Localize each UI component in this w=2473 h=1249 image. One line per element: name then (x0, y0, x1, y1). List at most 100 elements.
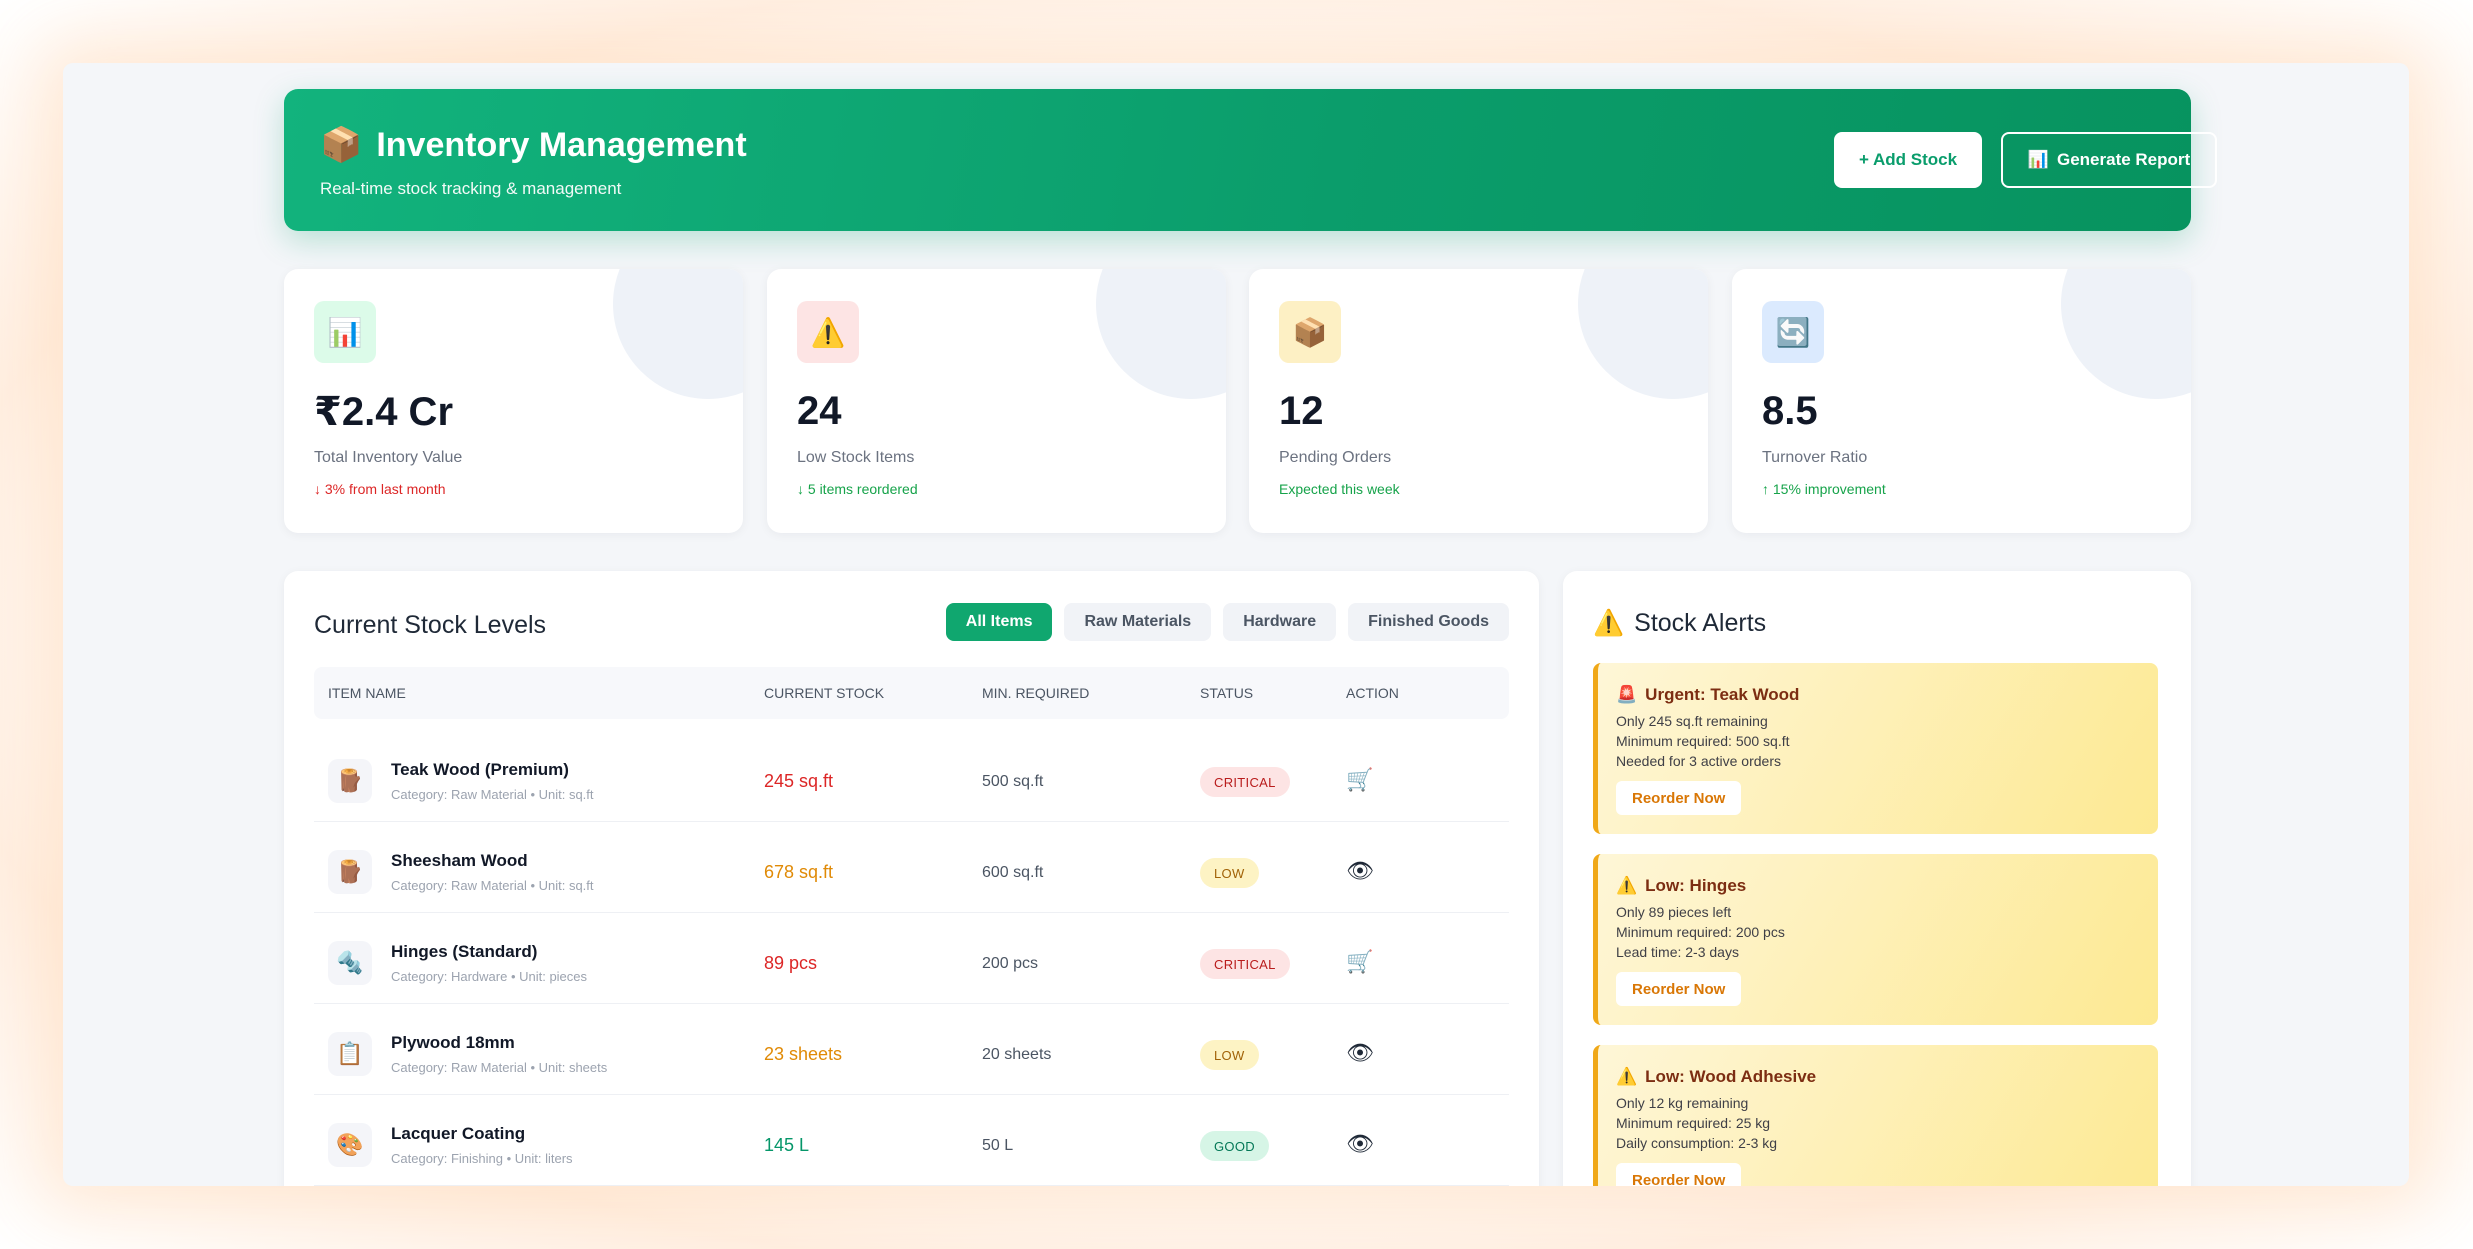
card-decoration (2061, 269, 2191, 399)
warning-icon: ⚠️ (1616, 1067, 1638, 1086)
status-badge: CRITICAL (1200, 767, 1290, 797)
table-row: 🪵 Sheesham Wood Category: Raw Material • U… (314, 822, 1509, 913)
stat-label: Pending Orders (1279, 449, 1392, 466)
card-decoration (1578, 269, 1708, 399)
item-meta: Category: Raw Material • Unit: sq.ft (391, 787, 594, 802)
stat-value: 12 (1279, 389, 1324, 433)
warning-icon: ⚠️ (797, 301, 859, 363)
header-banner: 📦 Inventory Management Real-time stock t… (284, 89, 2217, 231)
stock-levels-title: Current Stock Levels (314, 611, 547, 639)
stat-trend: Expected this week (1279, 481, 1400, 497)
alert-detail: Only 89 pieces left (1616, 904, 1732, 920)
nut-bolt-icon: 🔩 (328, 941, 372, 985)
stat-label: Low Stock Items (797, 449, 915, 466)
column-min-required: Min. Required (982, 685, 1090, 701)
stat-label: Total Inventory Value (314, 449, 463, 466)
item-name: Hinges (Standard) (391, 942, 538, 961)
page-title-text: Inventory Management (376, 125, 747, 164)
current-stock: 145 L (764, 1135, 810, 1155)
alert-card: ⚠️ Low: Wood Adhesive Only 12 kg remaining… (1593, 1045, 2158, 1186)
bar-chart-icon: 📊 (314, 301, 376, 363)
alert-detail: Minimum required: 500 sq.ft (1616, 733, 1790, 749)
stat-value: 24 (797, 389, 842, 433)
table-row: 🔩 Hinges (Standard) Category: Hardware • U… (314, 913, 1509, 1004)
app-window: 📦 Inventory Management Real-time stock t… (63, 63, 2409, 1186)
eye-icon[interactable]: 👁 (1346, 1040, 1374, 1066)
item-name: Plywood 18mm (391, 1033, 515, 1052)
clipboard-icon: 📋 (328, 1032, 372, 1076)
alert-detail: Minimum required: 200 pcs (1616, 924, 1785, 940)
table-row: 🪵 Teak Wood (Premium) Category: Raw Materi… (314, 731, 1509, 822)
cart-icon[interactable]: 🛒 (1346, 767, 1373, 793)
stat-value: ₹2.4 Cr (314, 390, 454, 434)
item-name: Teak Wood (Premium) (391, 760, 569, 779)
filter-hardware[interactable]: Hardware (1223, 603, 1337, 641)
reorder-now-button[interactable]: Reorder Now (1616, 1163, 1742, 1186)
generate-report-button[interactable]: 📊 Generate Report (2001, 132, 2217, 188)
wood-log-icon: 🪵 (328, 850, 372, 894)
stat-label: Turnover Ratio (1762, 449, 1868, 466)
page-subtitle: Real-time stock tracking & management (320, 179, 622, 198)
card-decoration (1096, 269, 1226, 399)
alert-detail: Minimum required: 25 kg (1616, 1115, 1771, 1131)
package-icon: 📦 (320, 126, 363, 164)
column-current-stock: Current Stock (764, 685, 885, 701)
stock-alerts-panel: ⚠️ Stock Alerts 🚨 Urgent: Teak Wood Only 2… (1563, 571, 2191, 1186)
filter-finished-goods[interactable]: Finished Goods (1348, 603, 1509, 641)
stat-card-low-stock: ⚠️ 24 Low Stock Items ↓ 5 items reordere… (767, 269, 1226, 533)
wood-log-icon: 🪵 (328, 759, 372, 803)
warning-icon: ⚠️ (1593, 609, 1625, 637)
card-decoration (613, 269, 743, 399)
alert-title: ⚠️ Low: Hinges (1616, 876, 1746, 896)
item-name: Sheesham Wood (391, 851, 528, 870)
min-required: 500 sq.ft (982, 773, 1044, 790)
reorder-now-button[interactable]: Reorder Now (1616, 781, 1742, 815)
item-meta: Category: Hardware • Unit: pieces (391, 969, 588, 984)
stat-value: 8.5 (1762, 389, 1818, 433)
stat-card-turnover: 🔄 8.5 Turnover Ratio ↑ 15% improvement (1732, 269, 2191, 533)
status-badge: GOOD (1200, 1131, 1269, 1161)
item-meta: Category: Finishing • Unit: liters (391, 1151, 573, 1166)
add-stock-button[interactable]: + Add Stock (1834, 132, 1982, 188)
refresh-icon: 🔄 (1762, 301, 1824, 363)
min-required: 600 sq.ft (982, 864, 1044, 881)
min-required: 200 pcs (982, 955, 1039, 972)
item-meta: Category: Raw Material • Unit: sq.ft (391, 878, 594, 893)
current-stock: 678 sq.ft (764, 862, 834, 882)
alert-card: 🚨 Urgent: Teak Wood Only 245 sq.ft remaini… (1593, 663, 2158, 834)
current-stock: 23 sheets (764, 1044, 843, 1064)
alert-card: ⚠️ Low: Hinges Only 89 pieces left Minimum … (1593, 854, 2158, 1025)
palette-icon: 🎨 (328, 1123, 372, 1167)
package-icon: 📦 (1279, 301, 1341, 363)
stat-card-inventory-value: 📊 ₹2.4 Cr Total Inventory Value ↓ 3% fro… (284, 269, 743, 533)
stats-row: 📊 ₹2.4 Cr Total Inventory Value ↓ 3% fro… (284, 269, 2191, 533)
filter-raw-materials[interactable]: Raw Materials (1064, 603, 1212, 641)
item-name: Lacquer Coating (391, 1124, 526, 1143)
status-badge: LOW (1200, 1040, 1259, 1070)
alert-detail: Needed for 3 active orders (1616, 753, 1781, 769)
warning-icon: ⚠️ (1616, 876, 1638, 895)
column-item-name: Item Name (328, 685, 406, 701)
eye-icon[interactable]: 👁 (1346, 858, 1374, 884)
alert-title-text: Low: Wood Adhesive (1645, 1067, 1817, 1086)
cart-icon[interactable]: 🛒 (1346, 949, 1373, 975)
siren-icon: 🚨 (1616, 685, 1638, 704)
filter-all-items[interactable]: All Items (945, 603, 1053, 641)
alert-title: 🚨 Urgent: Teak Wood (1616, 685, 1799, 705)
column-status: Status (1200, 685, 1254, 701)
alert-title-text: Low: Hinges (1645, 876, 1747, 895)
table-row: 📋 Plywood 18mm Category: Raw Material • Un… (314, 1004, 1509, 1095)
table-header: Item Name Current Stock Min. Required St… (314, 667, 1509, 719)
stock-alerts-title: ⚠️ Stock Alerts (1593, 609, 1766, 638)
alert-title-text: Urgent: Teak Wood (1645, 685, 1800, 704)
eye-icon[interactable]: 👁 (1346, 1131, 1374, 1157)
stat-card-pending-orders: 📦 12 Pending Orders Expected this week (1249, 269, 1708, 533)
min-required: 50 L (982, 1137, 1014, 1154)
alert-detail: Only 245 sq.ft remaining (1616, 713, 1768, 729)
reorder-now-button[interactable]: Reorder Now (1616, 972, 1742, 1006)
alert-detail: Only 12 kg remaining (1616, 1095, 1749, 1111)
alert-detail: Lead time: 2-3 days (1616, 944, 1739, 960)
current-stock: 89 pcs (764, 953, 818, 973)
alert-title: ⚠️ Low: Wood Adhesive (1616, 1067, 1816, 1087)
table-row: 🎨 Lacquer Coating Category: Finishing • Un… (314, 1095, 1509, 1186)
